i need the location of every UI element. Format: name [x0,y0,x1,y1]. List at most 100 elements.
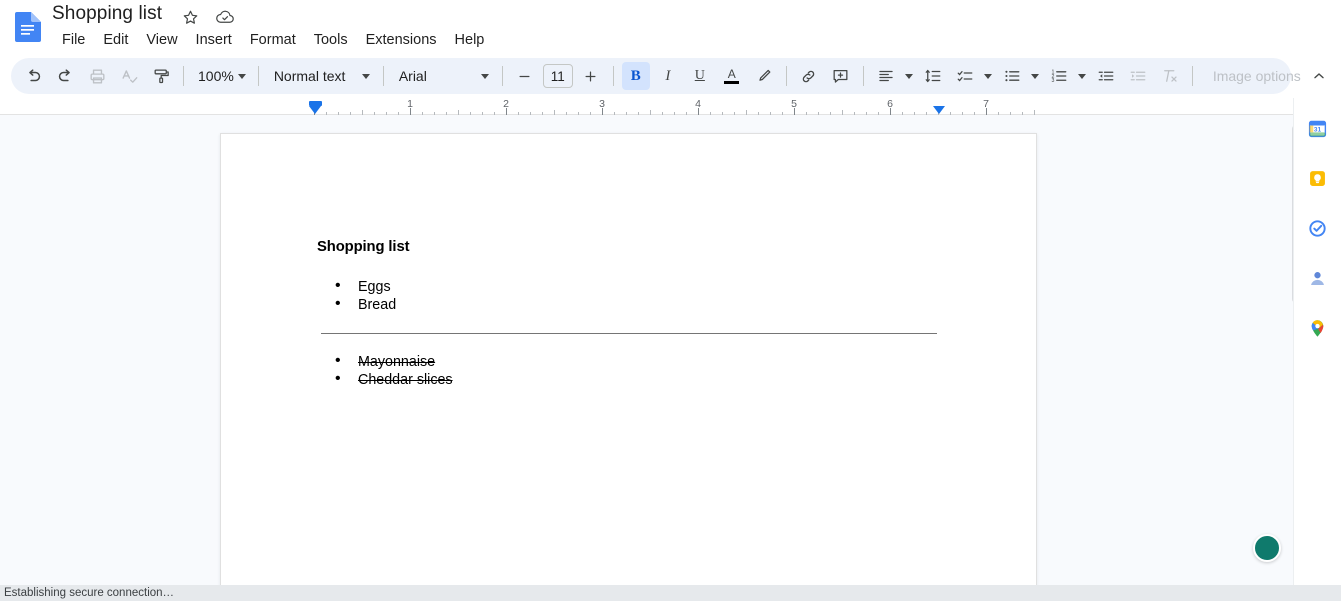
side-panel: 31 [1293,98,1341,601]
font-family-selector[interactable]: Arial [390,62,496,90]
menu-file[interactable]: File [53,30,94,50]
google-docs-icon[interactable] [13,12,41,42]
undo-icon[interactable] [19,62,47,90]
print-icon[interactable] [83,62,111,90]
document-canvas[interactable]: Shopping list Eggs Bread Mayonnaise Ched… [0,115,1300,601]
ruler-number: 5 [791,98,797,110]
toolbar-divider [501,66,503,86]
clear-formatting-icon[interactable] [1156,62,1184,90]
google-maps-icon[interactable] [1302,312,1334,344]
gemini-button[interactable] [1253,534,1281,562]
toolbar-divider [785,66,787,86]
ruler-number: 7 [983,98,989,110]
image-options-button[interactable]: Image options [1203,62,1303,90]
font-size-input[interactable] [542,64,573,88]
horizontal-ruler[interactable]: 1 2 3 4 5 6 7 [0,98,1300,115]
google-tasks-icon[interactable] [1302,212,1334,244]
bulleted-list-dropdown[interactable] [1028,62,1043,90]
chevron-down-icon [237,73,246,79]
redo-icon[interactable] [51,62,79,90]
shopping-list-top: Eggs Bread [317,277,937,314]
page-title[interactable]: Shopping list [52,3,162,25]
svg-text:3: 3 [1051,78,1054,84]
toolbar-divider [257,66,259,86]
bold-button[interactable]: B [621,62,650,90]
list-item: Mayonnaise [317,352,937,371]
decrease-font-size-button[interactable] [511,62,539,90]
font-family-value: Arial [398,68,427,84]
toolbar-divider [862,66,864,86]
menu-extensions[interactable]: Extensions [357,30,446,50]
image-options-label: Image options [1212,68,1301,84]
line-spacing-icon[interactable] [919,62,947,90]
text-color-button[interactable]: A [718,62,746,90]
toolbar-divider [382,66,384,86]
paragraph-style-selector[interactable]: Normal text [265,62,377,90]
chevron-down-icon [480,73,489,79]
ruler-track: 1 2 3 4 5 6 7 [220,98,1037,115]
document-body[interactable]: Shopping list Eggs Bread Mayonnaise Ched… [317,239,937,389]
numbered-list-icon[interactable]: 1 2 3 [1045,62,1073,90]
ruler-number: 6 [887,98,893,110]
ruler-number: 3 [599,98,605,110]
google-keep-icon[interactable] [1302,162,1334,194]
document-heading: Shopping list [317,239,410,255]
chevron-down-icon [361,73,370,79]
checklist-dropdown[interactable] [981,62,996,90]
underline-button[interactable]: U [686,62,714,90]
cloud-saved-icon[interactable] [214,6,236,28]
menu-insert[interactable]: Insert [187,30,241,50]
menu-help[interactable]: Help [446,30,494,50]
toolbar-divider [1191,66,1193,86]
toolbar-wrapper: 100% Normal text Arial 11 B I U A 1 2 3 … [0,54,1341,98]
right-indent-marker[interactable] [933,106,945,114]
ruler-number: 4 [695,98,701,110]
add-comment-icon[interactable] [827,62,855,90]
menu-bar: File Edit View Insert Format Tools Exten… [53,30,493,50]
app-header: Shopping list File Edit View Insert Form… [0,0,1341,54]
menu-view[interactable]: View [137,30,186,50]
status-text: Establishing secure connection… [4,587,175,599]
spellcheck-icon[interactable] [115,62,143,90]
increase-font-size-button[interactable] [577,62,605,90]
checklist-icon[interactable] [951,62,979,90]
bulleted-list-icon[interactable] [998,62,1026,90]
bold-label: B [630,67,641,84]
google-contacts-icon[interactable] [1302,262,1334,294]
status-bar: Establishing secure connection… [0,585,1341,601]
decrease-indent-icon[interactable] [1092,62,1120,90]
left-indent-marker[interactable] [309,106,321,114]
align-left-icon[interactable] [872,62,900,90]
zoom-value: 100% [198,68,234,84]
more-vertical-icon[interactable] [1337,62,1341,90]
align-dropdown[interactable] [902,62,917,90]
star-icon[interactable] [179,6,201,28]
document-page[interactable]: Shopping list Eggs Bread Mayonnaise Ched… [220,133,1037,601]
chevron-up-icon[interactable] [1305,62,1333,90]
numbered-list-dropdown[interactable] [1075,62,1090,90]
list-item: Eggs [317,277,937,296]
text-color-label: A [727,66,736,81]
font-size-stepper [509,62,607,90]
menu-format[interactable]: Format [241,30,305,50]
zoom-selector[interactable]: 100% [190,62,252,90]
ruler-number: 2 [503,98,509,110]
link-icon[interactable] [795,62,823,90]
shopping-list-bottom: Mayonnaise Cheddar slices [317,352,937,389]
italic-button[interactable]: I [654,62,682,90]
horizontal-rule [321,332,937,334]
toolbar-right-group: Image options [1186,62,1341,90]
menu-tools[interactable]: Tools [305,30,357,50]
list-item: Cheddar slices [317,370,937,389]
ruler-number: 1 [407,98,413,110]
svg-text:31: 31 [1314,126,1322,133]
paint-format-icon[interactable] [147,62,175,90]
italic-label: I [665,67,671,84]
menu-edit[interactable]: Edit [94,30,137,50]
list-item: Bread [317,295,937,314]
toolbar-divider [183,66,184,86]
increase-indent-icon[interactable] [1124,62,1152,90]
text-color-swatch [724,80,740,84]
highlight-pen-icon[interactable] [750,62,778,90]
google-calendar-icon[interactable]: 31 [1302,112,1334,144]
